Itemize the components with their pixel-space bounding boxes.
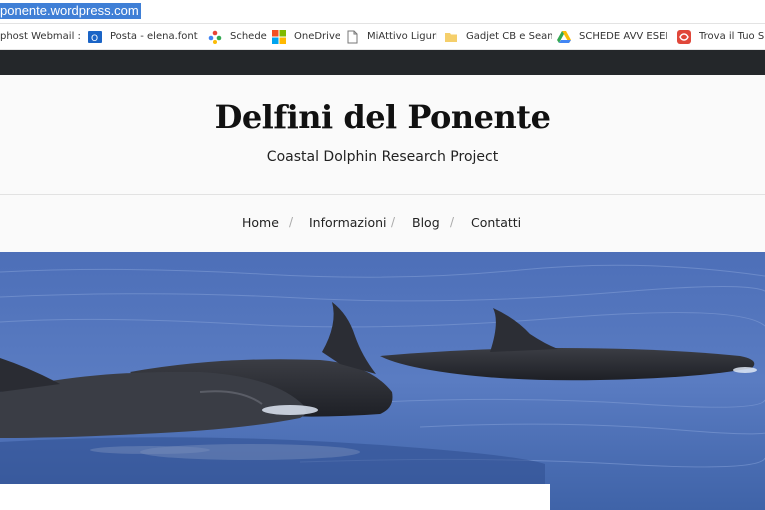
site-top-bar [0,50,765,75]
bookmark-label: Posta - elena.fontanc [110,31,198,42]
bookmark-gadjet[interactable]: Gadjet CB e Seame [444,24,552,49]
site-tagline: Coastal Dolphin Research Project [266,149,499,165]
nav-home[interactable]: Home [242,215,279,230]
address-url[interactable]: ponente.wordpress.com [0,3,141,19]
bookmark-label: OneDrive [294,31,340,42]
nav-separator: / [450,215,455,229]
nav-informazioni[interactable]: Informazioni [309,215,387,230]
site-title[interactable]: Delfini del Ponente [0,98,765,136]
red-app-icon [677,29,691,44]
content-card [0,484,550,510]
google-drive-icon [557,30,571,43]
hero-dolphins-image [0,252,765,510]
windows-icon [272,29,286,44]
bookmark-webmail[interactable]: phost Webmail :: E [0,24,82,49]
bookmark-onedrive[interactable]: OneDrive [272,24,340,49]
folder-icon [445,32,457,42]
svg-text:O: O [91,34,98,44]
bookmarks-bar: phost Webmail :: E O Posta - elena.fonta… [0,24,765,50]
schede-icon [208,30,222,44]
bookmark-label: Trova il Tuo Spo [699,31,765,42]
nav-contatti[interactable]: Contatti [471,215,521,230]
address-bar[interactable]: ponente.wordpress.com [0,0,765,24]
bookmark-trova[interactable]: Trova il Tuo Spo [677,24,765,49]
outlook-icon: O [88,30,102,44]
bookmark-label: MiAttivo Liguria [367,31,437,42]
bookmark-schede[interactable]: Schede [208,24,268,49]
bookmark-schede-avv[interactable]: SCHEDE AVV ESEMPI [557,24,669,49]
page-icon [347,30,358,43]
bookmark-label: phost Webmail :: E [0,31,82,42]
nav-separator: / [289,215,294,229]
bookmark-posta[interactable]: O Posta - elena.fontanc [88,24,200,49]
nav-separator: / [391,215,396,229]
bookmark-miattivo[interactable]: MiAttivo Liguria [345,24,437,49]
nav-blog[interactable]: Blog [412,215,440,230]
bookmark-label: SCHEDE AVV ESEMPI [579,31,667,42]
bookmark-label: Schede [230,31,267,42]
bookmark-label: Gadjet CB e Seame [466,31,552,42]
